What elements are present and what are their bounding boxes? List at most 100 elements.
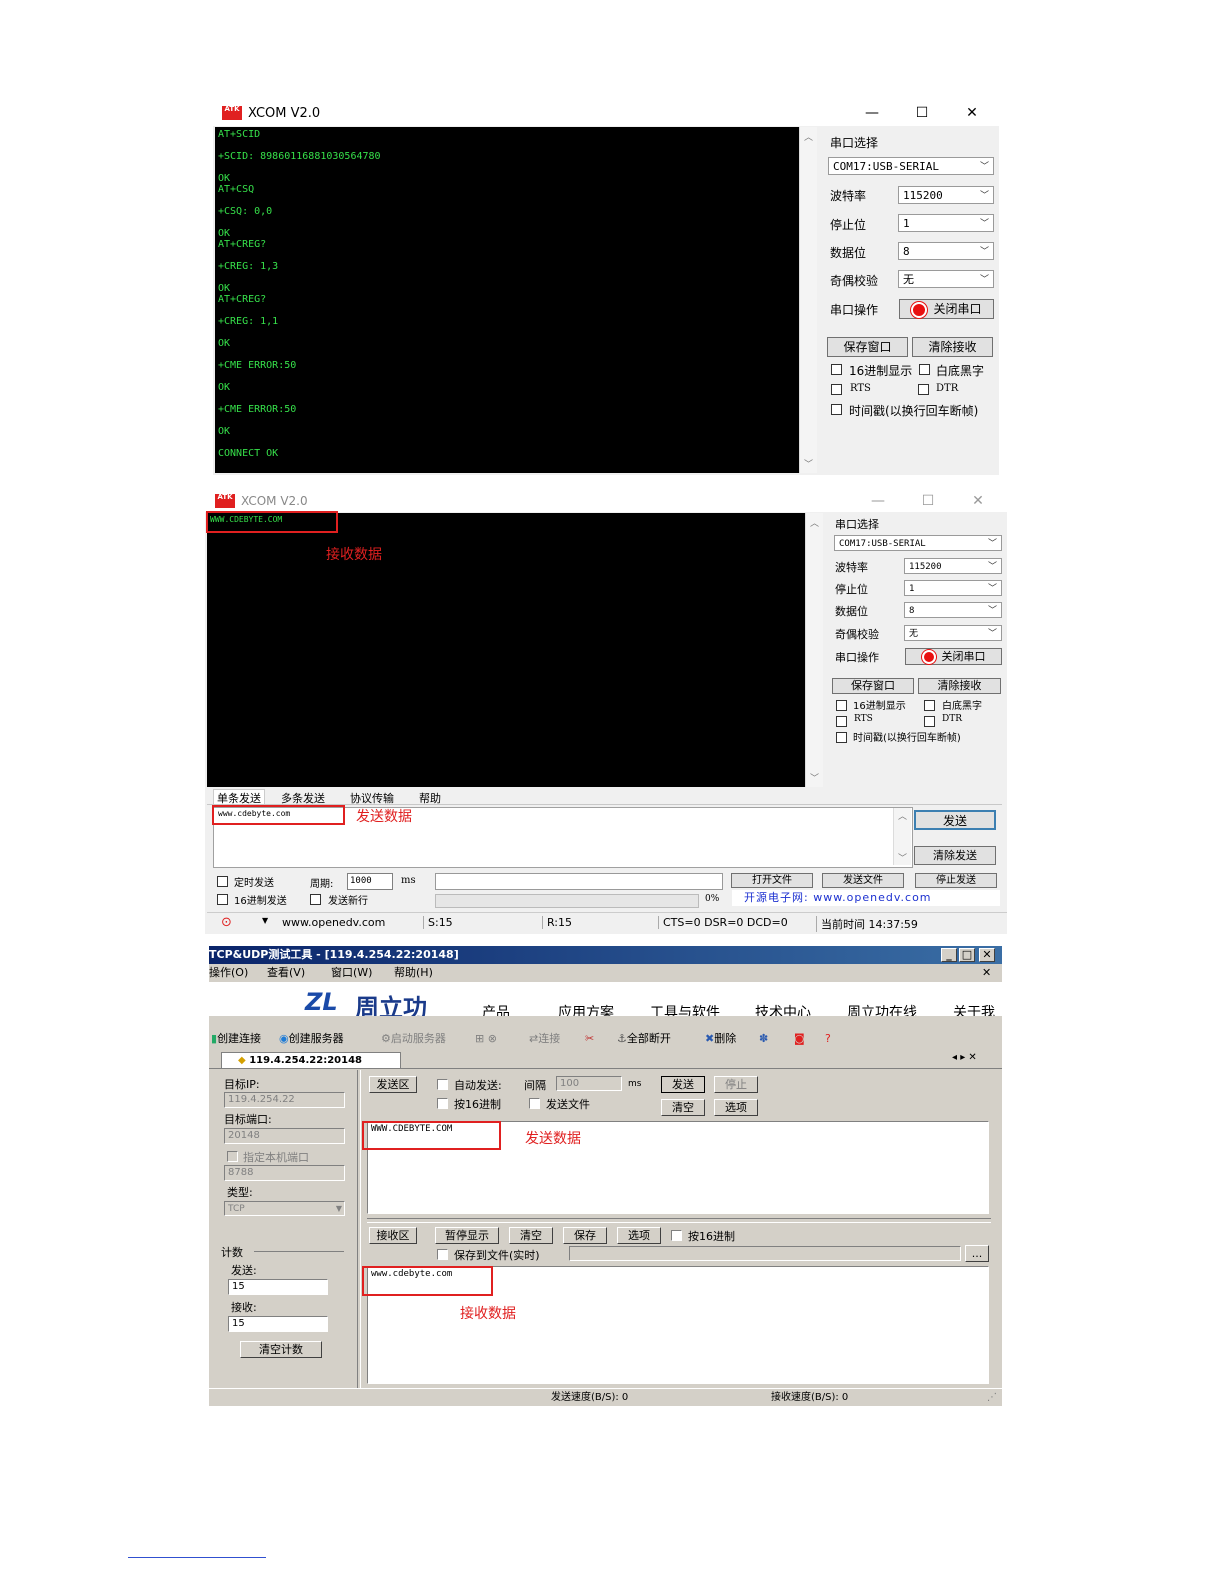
send-file-button[interactable]: 发送文件 (822, 873, 904, 888)
pane-splitter[interactable] (357, 1070, 361, 1388)
help-icon[interactable]: ? (825, 1028, 831, 1050)
save-window-button[interactable]: 保存窗口 (827, 337, 908, 357)
scroll-up-icon[interactable]: ︿ (806, 516, 823, 529)
close-button[interactable]: ✕ (979, 948, 995, 962)
hex-receive-checkbox[interactable] (671, 1230, 682, 1241)
session-tab[interactable]: ◆ 119.4.254.22:20148 (221, 1052, 401, 1069)
minimize-button[interactable]: — (849, 100, 895, 126)
record-icon[interactable]: ◙ (794, 1028, 805, 1050)
site-banner[interactable]: 开源电子网: www.openedv.com (732, 890, 1000, 906)
minimize-button[interactable]: _ (941, 948, 957, 962)
parity-select[interactable]: 无 ﹀ (904, 625, 1002, 641)
send-newline-checkbox[interactable] (310, 894, 321, 905)
pause-display-button[interactable]: 暂停显示 (435, 1227, 499, 1244)
scroll-up-icon[interactable]: ︿ (800, 130, 817, 143)
resize-grip-icon[interactable]: ⋰ (987, 1389, 997, 1406)
close-port-button[interactable]: 关闭串口 (899, 299, 994, 319)
close-button[interactable]: ✕ (955, 490, 1001, 512)
hex-display-checkbox[interactable] (831, 364, 842, 375)
data-bits-select[interactable]: 8 ﹀ (904, 602, 1002, 618)
menu-item[interactable]: 帮助(H) (394, 964, 433, 981)
status-url[interactable]: www.openedv.com (282, 916, 385, 929)
toolbar-icon-button[interactable]: ⊞ ⊗ (475, 1028, 497, 1050)
status-gear-icon[interactable]: ⊙ (221, 915, 232, 930)
maximize-button[interactable]: ☐ (905, 490, 951, 512)
menu-item[interactable]: 窗口(W) (331, 964, 372, 981)
banner-nav-item[interactable]: 关于我 (953, 1002, 995, 1016)
port-select[interactable]: COM17:USB-SERIAL ﹀ (834, 535, 1002, 551)
disconnect-icon[interactable]: ✂ (585, 1028, 594, 1050)
save-to-file-checkbox[interactable] (437, 1249, 448, 1260)
scroll-down-icon[interactable]: ﹀ (806, 771, 823, 784)
send-file-checkbox[interactable] (529, 1098, 540, 1109)
receive-options-button[interactable]: 选项 (617, 1227, 661, 1244)
dtr-checkbox[interactable] (924, 716, 935, 727)
clear-send-button[interactable]: 清除发送 (914, 846, 996, 865)
disconnect-all-button[interactable]: ⚓全部断开 (617, 1028, 671, 1050)
dtr-checkbox[interactable] (918, 384, 929, 395)
browse-button[interactable]: ... (965, 1245, 989, 1262)
mdi-close-icon[interactable]: ✕ (982, 964, 991, 981)
banner-nav-item[interactable]: 工具与软件 (650, 1002, 720, 1016)
rts-checkbox[interactable] (836, 716, 847, 727)
rts-checkbox[interactable] (831, 384, 842, 395)
save-window-button[interactable]: 保存窗口 (832, 678, 914, 694)
timestamp-checkbox[interactable] (836, 732, 847, 743)
dropdown-icon[interactable]: ▼ (262, 916, 268, 925)
banner-nav-item[interactable]: 产品 (482, 1002, 510, 1016)
connect-button[interactable]: ⇄连接 (529, 1028, 560, 1050)
open-file-button[interactable]: 打开文件 (731, 873, 813, 888)
maximize-button[interactable]: ☐ (899, 100, 945, 126)
receive-terminal[interactable]: WWW.CDEBYTE.COM (207, 513, 821, 787)
stop-bits-select[interactable]: 1 ﹀ (898, 214, 994, 232)
clear-count-button[interactable]: 清空计数 (240, 1341, 322, 1358)
send-area-button[interactable]: 发送区 (369, 1076, 417, 1093)
data-bits-select[interactable]: 8 ﹀ (898, 242, 994, 260)
minimize-button[interactable]: — (855, 490, 901, 512)
scroll-down-icon[interactable]: ﹀ (800, 457, 817, 470)
send-button[interactable]: 发送 (661, 1076, 705, 1093)
port-select[interactable]: COM17:USB-SERIAL ﹀ (828, 157, 994, 175)
maximize-button[interactable]: □ (959, 948, 975, 962)
period-input[interactable]: 1000 (347, 873, 393, 890)
send-options-button[interactable]: 选项 (714, 1099, 758, 1116)
auto-send-checkbox[interactable] (437, 1079, 448, 1090)
delete-button[interactable]: ✖删除 (705, 1028, 736, 1050)
stop-bits-select[interactable]: 1 ﹀ (904, 580, 1002, 596)
create-connection-button[interactable]: ▮创建连接 (211, 1028, 261, 1050)
white-bg-checkbox[interactable] (924, 700, 935, 711)
send-button[interactable]: 发送 (914, 810, 996, 830)
clear-send-button[interactable]: 清空 (661, 1099, 705, 1116)
area-splitter[interactable] (367, 1218, 991, 1223)
clear-receive-button[interactable]: 清除接收 (918, 678, 1001, 694)
hex-send-checkbox[interactable] (217, 894, 228, 905)
timestamp-checkbox[interactable] (831, 404, 842, 415)
receive-area-button[interactable]: 接收区 (369, 1227, 417, 1244)
terminal-scrollbar[interactable]: ︿ ﹀ (799, 127, 817, 473)
stop-send-button[interactable]: 停止发送 (915, 873, 997, 888)
clear-receive-button[interactable]: 清空 (509, 1227, 553, 1244)
hex-send-checkbox[interactable] (437, 1098, 448, 1109)
close-button[interactable]: ✕ (949, 100, 995, 126)
file-path-field[interactable] (435, 873, 723, 890)
menu-item[interactable]: 操作(O) (209, 964, 248, 981)
hex-display-checkbox[interactable] (836, 700, 847, 711)
banner-nav-item[interactable]: 应用方案 (558, 1002, 614, 1016)
scroll-up-icon[interactable]: ︿ (894, 809, 911, 822)
create-server-button[interactable]: ◉创建服务器 (279, 1028, 344, 1050)
send-scrollbar[interactable]: ︿ ﹀ (893, 808, 911, 865)
menu-item[interactable]: 查看(V) (267, 964, 305, 981)
parity-select[interactable]: 无 ﹀ (898, 270, 994, 288)
terminal-scrollbar[interactable]: ︿ ﹀ (805, 513, 823, 787)
tab-nav-icons[interactable]: ◂ ▸ ✕ (952, 1052, 977, 1063)
white-bg-checkbox[interactable] (919, 364, 930, 375)
baud-select[interactable]: 115200 ﹀ (904, 558, 1002, 574)
save-receive-button[interactable]: 保存 (563, 1227, 607, 1244)
timed-send-checkbox[interactable] (217, 876, 228, 887)
clear-receive-button[interactable]: 清除接收 (912, 337, 993, 357)
baud-select[interactable]: 115200 ﹀ (898, 186, 994, 204)
settings-icon[interactable]: ✽ (759, 1028, 768, 1050)
scroll-down-icon[interactable]: ﹀ (894, 851, 911, 864)
banner-nav-item[interactable]: 周立功在线 (847, 1002, 917, 1016)
receive-terminal[interactable]: AT+SCID +SCID: 89860116881030564780 OK A… (215, 127, 812, 473)
